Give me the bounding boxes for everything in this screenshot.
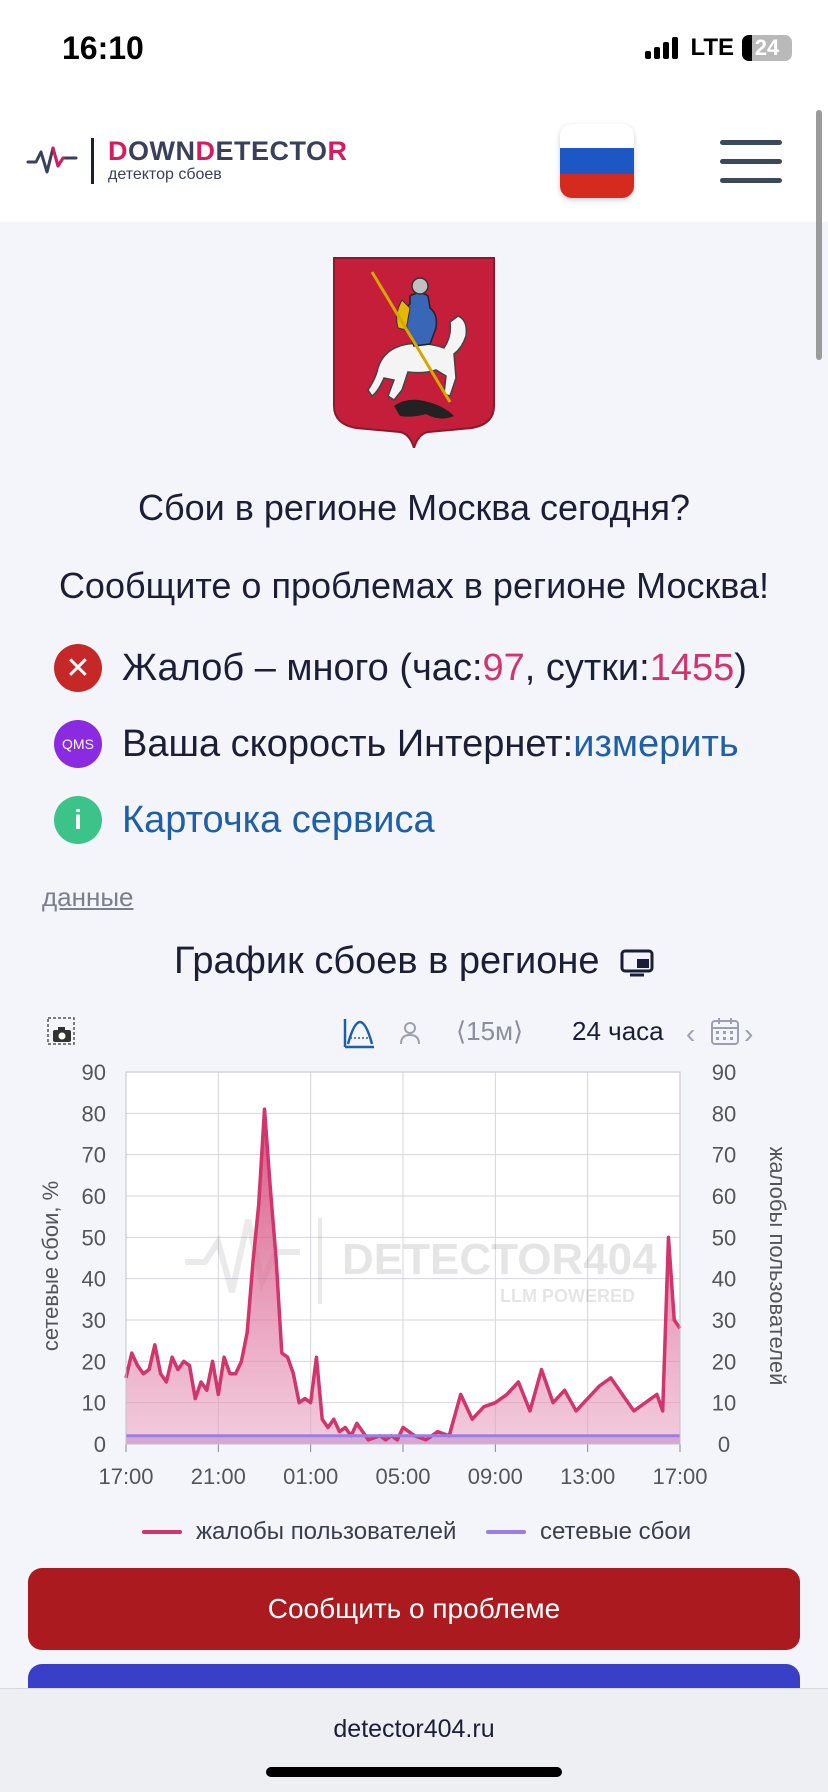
info-glyph: i	[74, 804, 82, 835]
logo-separator	[91, 138, 94, 184]
x-tick-label: 17:00	[98, 1464, 153, 1489]
prev-period-button[interactable]: ‹	[686, 1018, 695, 1050]
day-count: 1455	[649, 646, 735, 689]
outages-swatch	[486, 1530, 526, 1534]
service-card-link[interactable]: Карточка сервиса	[122, 799, 435, 842]
next-period-button[interactable]: ›	[744, 1018, 753, 1050]
y-left-tick-label: 70	[82, 1143, 106, 1168]
logo-subtitle: детектор сбоев	[108, 166, 222, 183]
legend-outages-label: сетевые сбои	[540, 1518, 692, 1545]
y-left-tick-label: 40	[82, 1267, 106, 1292]
complaints-mid: , сутки:	[524, 646, 650, 689]
y-left-tick-label: 20	[82, 1349, 106, 1374]
region-subtitle: Сообщите о проблемах в регионе Москва!	[58, 565, 770, 606]
y-left-tick-label: 50	[82, 1225, 106, 1250]
logo-letter-d2: D	[195, 136, 216, 166]
y-right-tick-label: 10	[712, 1391, 736, 1416]
outage-chart[interactable]: DETECTOR404 LLM POWERED 0 0 10 10 20 20 30 30 40…	[0, 1056, 828, 1506]
report-problem-button[interactable]: Сообщить о проблеме	[28, 1568, 800, 1650]
y-left-tick-label: 60	[82, 1184, 106, 1209]
x-tick-label: 05:00	[375, 1464, 430, 1489]
watermark-text: DETECTOR404	[342, 1235, 657, 1284]
y-right-axis-label: жалобы пользователей	[765, 1147, 790, 1386]
y-left-tick-label: 80	[82, 1101, 106, 1126]
logo-letter-d1: D	[108, 136, 128, 166]
speed-label: Ваша скорость Интернет:	[122, 722, 574, 765]
y-left-axis-label: сетевые сбои, %	[38, 1181, 63, 1351]
service-card-row: i Карточка сервиса	[54, 796, 435, 844]
status-indicators: LTE 24	[645, 34, 792, 62]
y-right-tick-label: 30	[712, 1308, 736, 1333]
battery-icon: 24	[742, 35, 792, 61]
qms-icon: QMS	[54, 720, 102, 768]
y-left-tick-label: 10	[82, 1391, 106, 1416]
site-header: DOWNDETECTOR детектор сбоев	[0, 100, 828, 222]
logo-letters-own: OWN	[128, 136, 196, 166]
chart-toolbar: ⟨15м⟩ 24 часа ‹ ›	[0, 1010, 828, 1060]
region-title: Сбои в регионе Москва сегодня?	[138, 487, 690, 528]
screenshot-camera-icon[interactable]	[46, 1016, 76, 1048]
x-tick-label: 13:00	[560, 1464, 615, 1489]
url-bar[interactable]: detector404.ru	[0, 1715, 828, 1744]
status-bar: 16:10 LTE 24	[0, 0, 828, 100]
logo-letter-r: R	[327, 136, 348, 166]
y-right-tick-label: 40	[712, 1267, 736, 1292]
chart-title: График сбоев в регионе	[0, 940, 828, 983]
legend-complaints[interactable]: жалобы пользователей	[142, 1518, 456, 1546]
battery-level: 24	[754, 35, 780, 60]
russia-flag-button[interactable]	[560, 124, 634, 198]
error-glyph: ✕	[65, 651, 91, 685]
interval-selector[interactable]: ⟨15м⟩	[456, 1016, 523, 1047]
hamburger-menu-icon[interactable]	[720, 140, 782, 184]
x-tick-label: 17:00	[652, 1464, 707, 1489]
data-link[interactable]: данные	[42, 882, 134, 913]
y-left-tick-label: 90	[82, 1060, 106, 1085]
browser-bottom-bar: detector404.ru	[0, 1688, 828, 1792]
hour-count: 97	[482, 646, 525, 689]
monitor-icon[interactable]	[620, 949, 654, 977]
y-right-tick-label: 20	[712, 1349, 736, 1374]
logo-title[interactable]: DOWNDETECTOR	[108, 136, 348, 167]
area-chart-icon[interactable]	[342, 1016, 376, 1050]
status-time: 16:10	[62, 30, 144, 66]
network-type: LTE	[690, 34, 734, 61]
logo-letters-etecto: ETECTO	[215, 136, 328, 166]
qms-label: QMS	[62, 736, 94, 752]
x-tick-label: 01:00	[283, 1464, 338, 1489]
measure-speed-link[interactable]: измерить	[573, 723, 738, 766]
complaints-prefix: Жалоб – много (час:	[122, 646, 483, 689]
complaints-swatch	[142, 1530, 182, 1534]
x-tick-label: 21:00	[191, 1464, 246, 1489]
home-indicator	[266, 1767, 562, 1777]
error-icon: ✕	[54, 644, 102, 692]
y-right-tick-label: 0	[718, 1432, 730, 1457]
y-right-tick-label: 80	[712, 1101, 736, 1126]
chart-legend: жалобы пользователей сетевые сбои	[0, 1518, 828, 1554]
y-right-tick-label: 50	[712, 1225, 736, 1250]
pulse-logo-icon[interactable]	[26, 140, 78, 180]
moscow-coat-of-arms-icon	[333, 257, 495, 448]
y-left-tick-label: 30	[82, 1308, 106, 1333]
calendar-icon[interactable]	[710, 1016, 740, 1046]
chart-title-text: График сбоев в регионе	[173, 940, 600, 982]
y-right-tick-label: 60	[712, 1184, 736, 1209]
signal-icon	[645, 37, 679, 59]
range-selector[interactable]: 24 часа	[572, 1016, 664, 1047]
watermark-subtext: LLM POWERED	[500, 1286, 635, 1306]
user-icon[interactable]	[398, 1020, 422, 1046]
y-left-tick-label: 0	[94, 1432, 106, 1457]
y-right-tick-label: 70	[712, 1143, 736, 1168]
complaints-row: ✕ Жалоб – много (час: 97, сутки: 1455)	[54, 644, 747, 692]
x-tick-label: 09:00	[468, 1464, 523, 1489]
complaints-suffix: )	[734, 646, 747, 689]
info-icon: i	[54, 796, 102, 844]
page-scrollbar[interactable]	[816, 110, 822, 360]
legend-complaints-label: жалобы пользователей	[196, 1518, 457, 1545]
y-right-tick-label: 90	[712, 1060, 736, 1085]
speed-row: QMS Ваша скорость Интернет: измерить	[54, 720, 739, 768]
legend-outages[interactable]: сетевые сбои	[486, 1518, 691, 1546]
